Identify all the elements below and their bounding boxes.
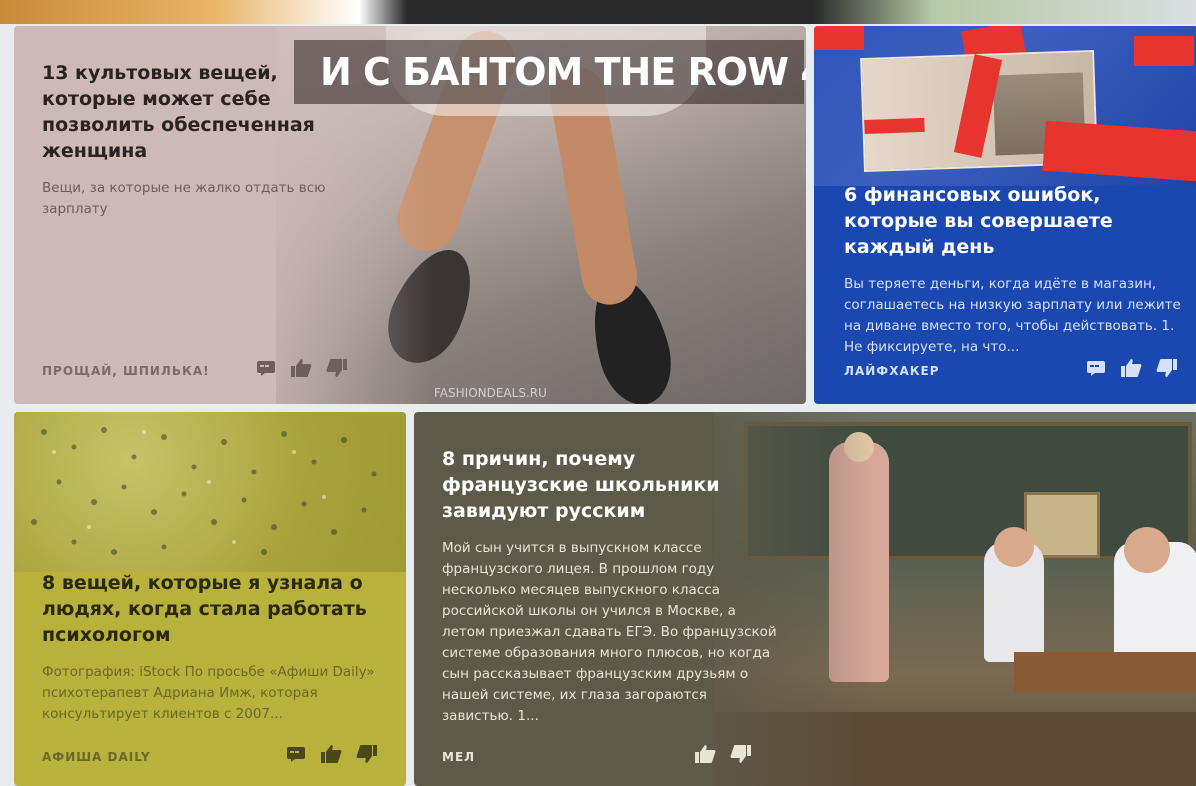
comment-icon[interactable] xyxy=(256,359,276,377)
thumbs-down-icon[interactable] xyxy=(326,358,348,378)
card-title[interactable]: 8 причин, почему французские школьники з… xyxy=(442,446,782,524)
card-content: 8 причин, почему французские школьники з… xyxy=(442,446,782,727)
feed-card-luxury-items[interactable]: И С БАНТОМ THE ROW 45,535 ₽ FASHIONDEALS… xyxy=(14,26,806,404)
thumbs-up-icon[interactable] xyxy=(320,744,342,764)
card-actions xyxy=(1086,358,1178,378)
card-actions xyxy=(286,744,378,764)
card-description: Фотография: iStock По просьбе «Афиши Dai… xyxy=(42,664,375,722)
card-title[interactable]: 8 вещей, которые я узнала о людях, когда… xyxy=(42,570,392,648)
crowd-aerial-image xyxy=(31,427,377,555)
comment-icon[interactable] xyxy=(286,745,306,763)
card-content: 6 финансовых ошибок, которые вы совершае… xyxy=(844,182,1184,358)
card-photo xyxy=(14,412,406,572)
comment-icon[interactable] xyxy=(1086,359,1106,377)
thumbs-down-icon[interactable] xyxy=(1156,358,1178,378)
thumbs-up-icon[interactable] xyxy=(1120,358,1142,378)
card-source[interactable]: ПРОЩАЙ, ШПИЛЬКА! xyxy=(42,364,210,378)
card-content: 8 вещей, которые я узнала о людях, когда… xyxy=(42,570,392,725)
card-photo xyxy=(814,26,1196,186)
card-title[interactable]: 6 финансовых ошибок, которые вы совершае… xyxy=(844,182,1184,260)
photo-banner: И С БАНТОМ THE ROW 45,535 ₽ xyxy=(294,40,806,104)
card-actions xyxy=(256,358,348,378)
thumbs-up-icon[interactable] xyxy=(694,744,716,764)
feed-card-psychologist[interactable]: 8 вещей, которые я узнала о людях, когда… xyxy=(14,412,406,786)
card-content: 13 культовых вещей, которые может себе п… xyxy=(42,60,362,220)
card-description: Вы теряете деньги, когда идёте в магазин… xyxy=(844,276,1181,355)
card-source[interactable]: МЕЛ xyxy=(442,750,475,764)
card-source[interactable]: АФИША DAILY xyxy=(42,750,151,764)
top-image-strip xyxy=(0,0,1196,24)
feed-card-financial-mistakes[interactable]: 6 финансовых ошибок, которые вы совершае… xyxy=(814,26,1196,404)
feed-card-french-schoolkids[interactable]: 8 причин, почему французские школьники з… xyxy=(414,412,1196,786)
card-description: Вещи, за которые не жалко отдать всю зар… xyxy=(42,180,326,217)
card-title[interactable]: 13 культовых вещей, которые может себе п… xyxy=(42,60,362,164)
thumbs-up-icon[interactable] xyxy=(290,358,312,378)
card-description: Мой сын учится в выпускном классе францу… xyxy=(442,540,777,724)
photo-watermark: FASHIONDEALS.RU xyxy=(434,386,547,400)
thumbs-down-icon[interactable] xyxy=(730,744,752,764)
card-source[interactable]: ЛАЙФХАКЕР xyxy=(844,364,940,378)
thumbs-down-icon[interactable] xyxy=(356,744,378,764)
card-actions xyxy=(694,744,752,764)
